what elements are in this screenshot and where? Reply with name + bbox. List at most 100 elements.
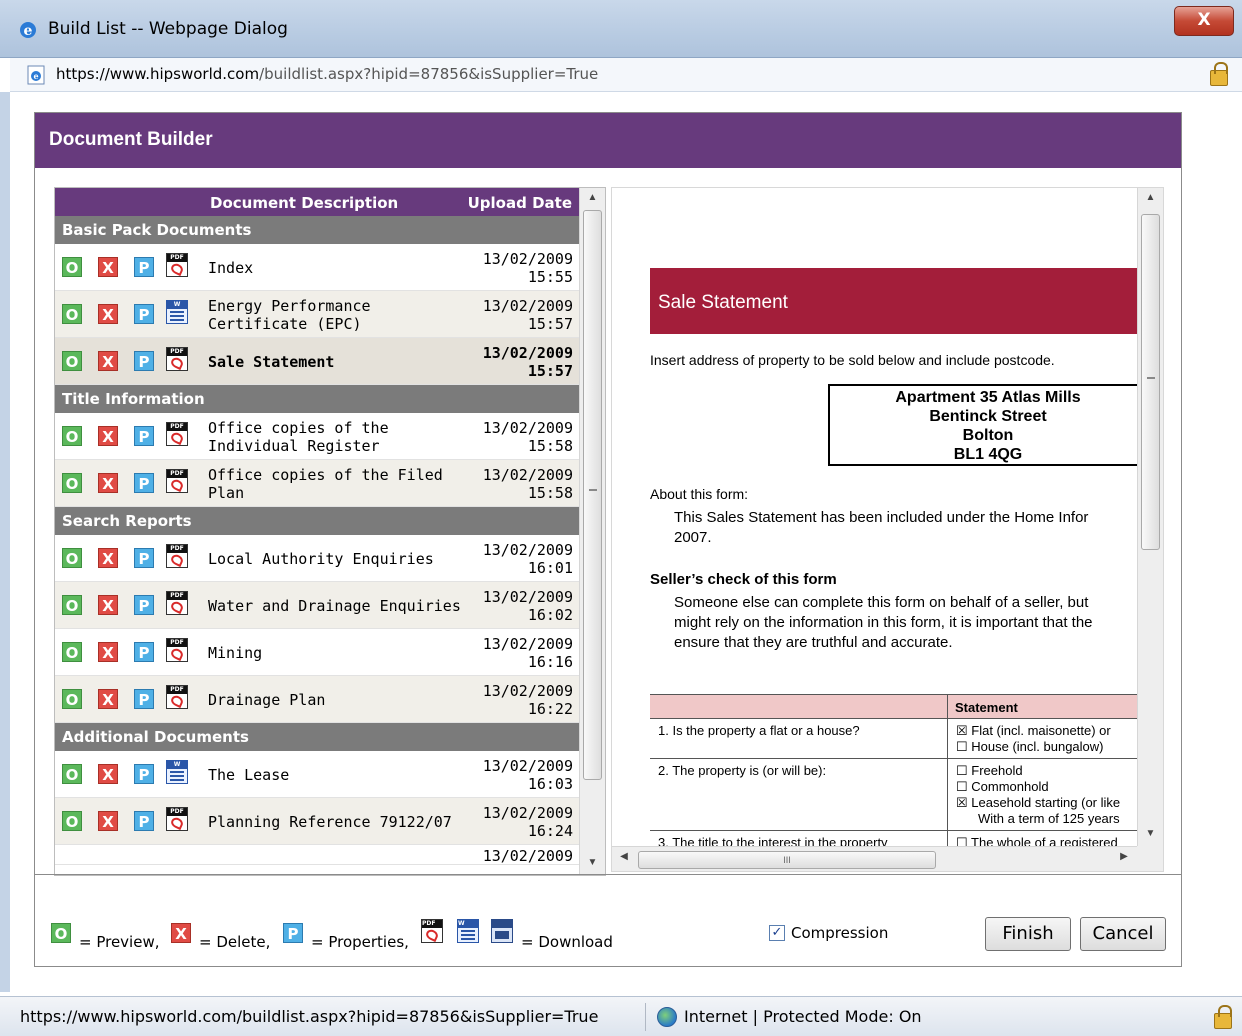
close-button[interactable]: X xyxy=(1174,6,1234,36)
table-row[interactable]: O X P PDF Drainage Plan 13/02/2009 16:22 xyxy=(55,676,579,723)
column-header-description[interactable]: Document Description xyxy=(210,194,398,212)
upload-date: 13/02/2009 15:57 xyxy=(463,297,573,333)
word-download-icon[interactable]: W xyxy=(166,760,188,784)
scroll-up-arrow-icon[interactable]: ▲ xyxy=(1138,188,1163,208)
statement-table-header: Statement xyxy=(650,695,1138,719)
pdf-download-icon[interactable]: PDF xyxy=(166,638,188,662)
pdf-download-icon[interactable]: PDF xyxy=(166,807,188,831)
preview-hscroll-thumb[interactable]: III xyxy=(638,851,936,869)
address-url[interactable]: https://www.hipsworld.com/buildlist.aspx… xyxy=(56,65,598,83)
preview-vertical-scrollbar[interactable]: ▲ ▼ xyxy=(1137,188,1163,846)
delete-icon[interactable]: X xyxy=(98,595,118,615)
banner-title: Sale Statement xyxy=(658,292,788,313)
file-mark-icon xyxy=(169,815,185,831)
table-row[interactable]: O X P PDF Planning Reference 79122/07 13/02/2… xyxy=(55,798,579,845)
list-scroll-thumb[interactable] xyxy=(583,210,602,780)
footer-divider xyxy=(35,874,1181,875)
scroll-up-arrow-icon[interactable]: ▲ xyxy=(580,188,605,208)
pdf-download-icon[interactable]: PDF xyxy=(166,685,188,709)
delete-icon[interactable]: X xyxy=(98,351,118,371)
table-row[interactable]: O X P PDF Local Authority Enquiries 13/02/200… xyxy=(55,535,579,582)
delete-icon[interactable]: X xyxy=(98,426,118,446)
pdf-download-icon[interactable]: PDF xyxy=(166,591,188,615)
document-name: Index xyxy=(208,259,254,277)
pdf-download-icon[interactable]: PDF xyxy=(166,253,188,277)
delete-icon[interactable]: X xyxy=(98,811,118,831)
preview-icon[interactable]: O xyxy=(62,426,82,446)
preview-icon[interactable]: O xyxy=(62,351,82,371)
lease-term: With a term of 125 years xyxy=(978,811,1120,826)
upload-date-time: 16:16 xyxy=(527,653,573,671)
pdf-download-icon[interactable]: PDF xyxy=(166,469,188,493)
instruction-text: Insert address of property to be sold be… xyxy=(650,352,1055,368)
table-row[interactable]: O X P PDF Water and Drainage Enquiries 13/02/… xyxy=(55,582,579,629)
option-whole-registered: ☐ The whole of a registered xyxy=(956,835,1118,846)
properties-icon[interactable]: P xyxy=(134,811,154,831)
delete-icon[interactable]: X xyxy=(98,548,118,568)
preview-icon[interactable]: O xyxy=(62,642,82,662)
address-line-3: Bolton xyxy=(962,427,1014,444)
upload-date-time: 15:55 xyxy=(527,268,573,286)
preview-icon[interactable]: O xyxy=(62,548,82,568)
compression-label[interactable]: Compression xyxy=(791,924,888,942)
scroll-down-arrow-icon[interactable]: ▼ xyxy=(1138,824,1163,844)
pdf-download-icon[interactable]: PDF xyxy=(166,422,188,446)
option-commonhold: ☐ Commonhold xyxy=(956,779,1049,794)
properties-icon[interactable]: P xyxy=(134,689,154,709)
delete-icon[interactable]: X xyxy=(98,257,118,277)
delete-icon[interactable]: X xyxy=(98,764,118,784)
preview-icon[interactable]: O xyxy=(62,689,82,709)
table-row[interactable]: O X P W Energy Performance Certificate (EPC)… xyxy=(55,291,579,338)
status-separator xyxy=(645,1003,646,1031)
properties-icon[interactable]: P xyxy=(134,595,154,615)
properties-icon[interactable]: P xyxy=(134,473,154,493)
section-header: Basic Pack Documents xyxy=(55,216,579,244)
scroll-left-arrow-icon[interactable]: ◀ xyxy=(614,851,634,862)
tif-image-icon xyxy=(495,931,509,939)
upload-date-time: 15:58 xyxy=(527,437,573,455)
upload-date: 13/02/2009 15:57 xyxy=(463,344,573,380)
delete-icon[interactable]: X xyxy=(98,473,118,493)
preview-icon[interactable]: O xyxy=(62,473,82,493)
table-row[interactable]: O X P PDF Sale Statement 13/02/2009 15:57 xyxy=(55,338,579,385)
compression-checkbox[interactable]: ✓ xyxy=(769,925,785,941)
table-row[interactable]: 13/02/2009 xyxy=(55,845,579,865)
properties-icon[interactable]: P xyxy=(134,351,154,371)
table-row[interactable]: O X P PDF Index 13/02/2009 15:55 xyxy=(55,244,579,291)
table-row[interactable]: O X P PDF Mining 13/02/2009 16:16 xyxy=(55,629,579,676)
upload-date: 13/02/2009 16:16 xyxy=(463,635,573,671)
pdf-download-icon[interactable]: PDF xyxy=(166,347,188,371)
preview-icon[interactable]: O xyxy=(62,811,82,831)
properties-icon[interactable]: P xyxy=(134,764,154,784)
document-name: Sale Statement xyxy=(208,353,335,371)
list-vertical-scrollbar[interactable]: ▲ ▼ xyxy=(579,188,605,875)
word-download-icon[interactable]: W xyxy=(166,300,188,324)
preview-scroll-thumb[interactable] xyxy=(1141,214,1160,550)
delete-icon[interactable]: X xyxy=(98,642,118,662)
properties-icon[interactable]: P xyxy=(134,426,154,446)
security-zone[interactable]: Internet | Protected Mode: On xyxy=(684,1007,922,1026)
delete-icon[interactable]: X xyxy=(98,689,118,709)
column-header-upload-date[interactable]: Upload Date xyxy=(468,194,572,212)
scroll-down-arrow-icon[interactable]: ▼ xyxy=(580,853,605,873)
finish-button[interactable]: Finish xyxy=(985,917,1071,951)
properties-icon[interactable]: P xyxy=(134,257,154,277)
table-divider xyxy=(947,759,948,830)
properties-icon[interactable]: P xyxy=(134,304,154,324)
preview-icon[interactable]: O xyxy=(62,595,82,615)
table-row[interactable]: O X P PDF Office copies of the Filed Plan 13/… xyxy=(55,460,579,507)
properties-icon[interactable]: P xyxy=(134,548,154,568)
scroll-right-arrow-icon[interactable]: ▶ xyxy=(1114,851,1134,862)
upload-date: 13/02/2009 15:58 xyxy=(463,419,573,455)
delete-icon[interactable]: X xyxy=(98,304,118,324)
properties-icon[interactable]: P xyxy=(134,642,154,662)
pdf-download-icon[interactable]: PDF xyxy=(166,544,188,568)
table-row[interactable]: O X P PDF Office copies of the Individual Re… xyxy=(55,413,579,460)
preview-icon[interactable]: O xyxy=(62,304,82,324)
preview-horizontal-scrollbar[interactable]: ◀ III ▶ xyxy=(612,846,1138,871)
preview-icon[interactable]: O xyxy=(62,257,82,277)
cancel-button[interactable]: Cancel xyxy=(1080,917,1166,951)
preview-icon[interactable]: O xyxy=(62,764,82,784)
properties-icon: P xyxy=(283,923,303,943)
table-row[interactable]: O X P W The Lease 13/02/2009 16:03 xyxy=(55,751,579,798)
